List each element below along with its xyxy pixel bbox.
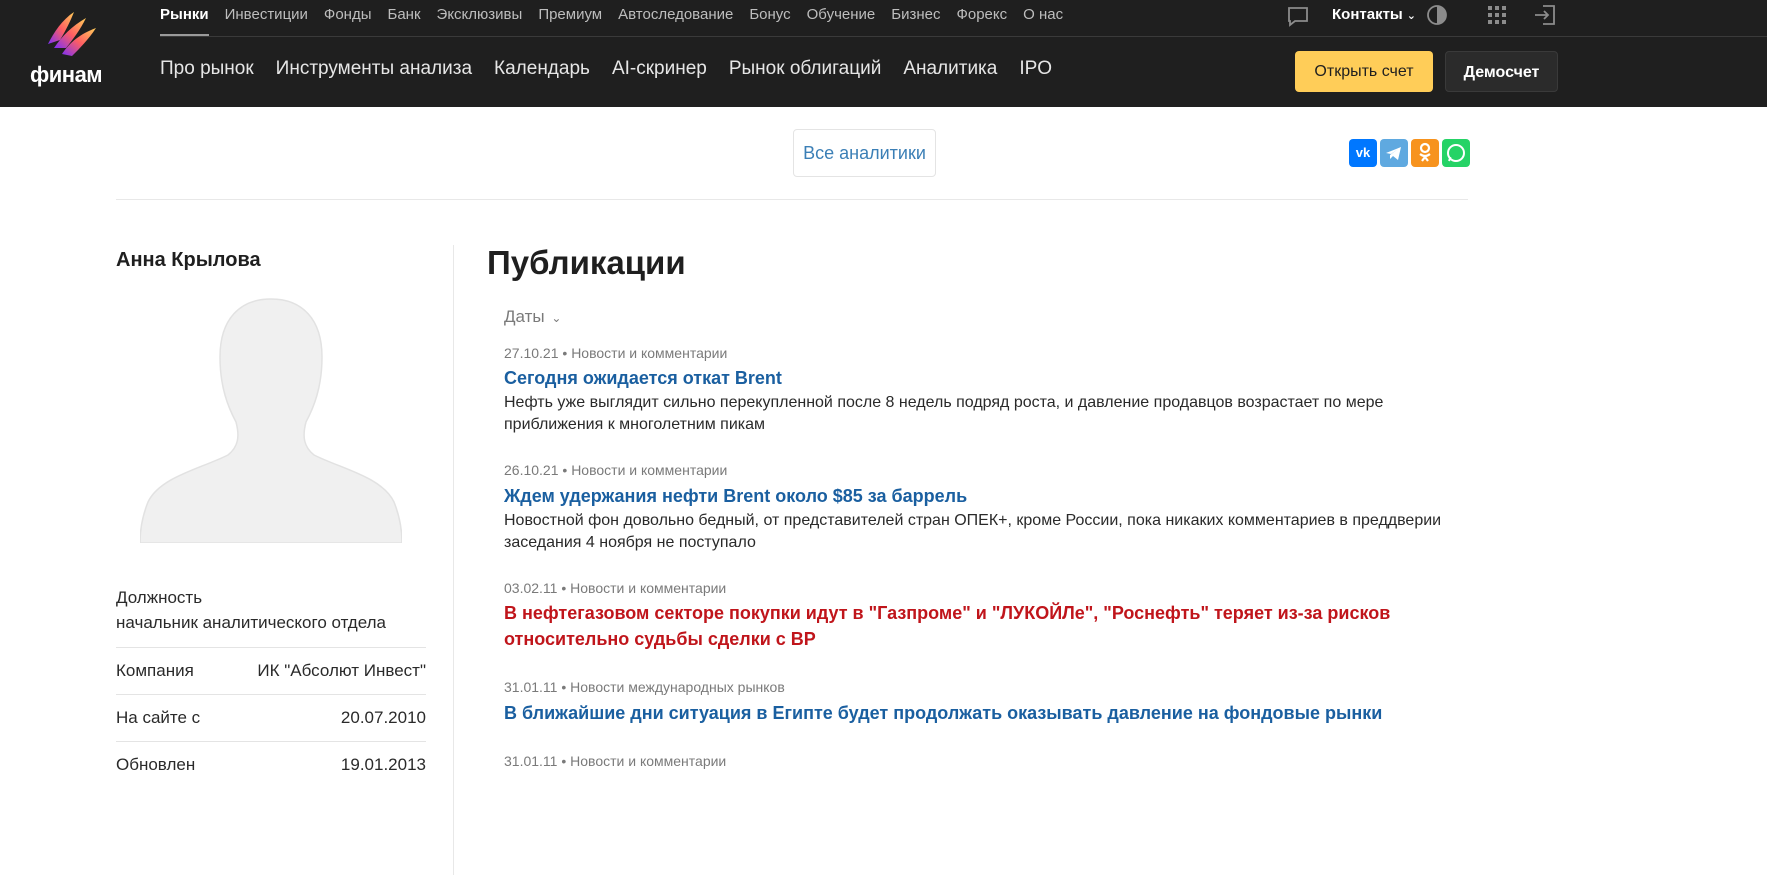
mainnav-item-calendar[interactable]: Календарь [494,58,590,80]
vk-icon: vk [1355,145,1371,160]
apps-grid-icon[interactable] [1487,5,1507,25]
publication-category[interactable]: Новости и комментарии [571,345,727,361]
mainnav-item-ai-screener[interactable]: AI-скринер [612,58,707,80]
publication-meta: 26.10.21 • Новости и комментарии [504,462,728,478]
publication-category[interactable]: Новости и комментарии [570,580,726,596]
publication-date: 26.10.21 [504,462,559,478]
info-row-since: На сайте с 20.07.2010 [116,694,426,741]
mainnav-item-market[interactable]: Про рынок [160,58,254,80]
publication-meta: 27.10.21 • Новости и комментарии [504,345,728,361]
brand-name[interactable]: финам [30,62,103,88]
chevron-down-icon: ⌄ [1406,10,1416,22]
publication-category[interactable]: Новости международных рынков [570,679,785,695]
chat-icon[interactable] [1286,5,1310,27]
publications-title: Публикации [487,244,686,281]
telegram-icon [1386,147,1401,160]
publication-date: 03.02.11 [504,580,558,596]
section-divider [116,199,1468,200]
author-name: Анна Крылова [116,249,261,271]
main-nav: Про рынок Инструменты анализа Календарь … [160,58,1052,80]
topnav-item-business[interactable]: Бизнес [883,0,948,36]
dates-filter[interactable]: Даты ⌄ [504,307,561,327]
publication-title-link[interactable]: Ждем удержания нефти Brent около $85 за … [504,483,1464,509]
site-header: финам Рынки Инвестиции Фонды Банк Эксклю… [0,0,1767,107]
topnav-item-bonus[interactable]: Бонус [741,0,798,36]
publication-date: 27.10.21 [504,345,559,361]
publication-desc: Новостной фон довольно бедный, от предст… [504,512,1442,551]
login-icon[interactable] [1533,4,1557,26]
info-key: На сайте с [116,708,201,727]
all-analytics-button[interactable]: Все аналитики [793,129,936,177]
topnav-item-about[interactable]: О нас [1015,0,1071,36]
avatar-placeholder-icon [140,298,402,543]
publication-category[interactable]: Новости и комментарии [570,753,726,769]
topnav-item-forex[interactable]: Форекс [948,0,1015,36]
publication-date: 31.01.11 [504,753,558,769]
publication-title-link[interactable]: Сегодня ожидается откат Brent [504,365,1464,391]
open-account-button[interactable]: Открыть счет [1295,51,1433,92]
publication-desc: Нефть уже выглядит сильно перекупленной … [504,394,1384,433]
topnav-item-premium[interactable]: Премиум [530,0,610,36]
share-whatsapp-button[interactable] [1442,139,1470,167]
publication-title-link[interactable]: В ближайшие дни ситуация в Египте будет … [504,700,1464,726]
contacts-label: Контакты [1332,6,1403,23]
topnav-item-funds[interactable]: Фонды [316,0,380,36]
publication-meta: 03.02.11 • Новости и комментарии [504,580,727,596]
position-value: начальник аналитического отдела [116,613,386,632]
topnav-item-markets[interactable]: Рынки [160,0,217,36]
share-telegram-button[interactable] [1380,139,1408,167]
topnav-item-investments[interactable]: Инвестиции [217,0,316,36]
chevron-down-icon: ⌄ [551,311,562,325]
info-value: 20.07.2010 [340,708,426,727]
odnoklassniki-icon [1419,142,1431,162]
top-nav: Рынки Инвестиции Фонды Банк Эксклюзивы П… [160,0,1071,36]
whatsapp-icon [1447,144,1465,162]
topnav-item-autofollow[interactable]: Автоследование [610,0,741,36]
publication-title-link[interactable]: В нефтегазовом секторе покупки идут в "Г… [504,600,1464,652]
theme-toggle-icon[interactable] [1426,4,1448,26]
publication-meta: 31.01.11 • Новости международных рынков [504,679,785,695]
dates-filter-label: Даты [504,307,545,326]
info-row-updated: Обновлен 19.01.2013 [116,741,426,788]
info-row-company: Компания ИК "Абсолют Инвест" [116,647,426,694]
contacts-dropdown[interactable]: Контакты ⌄ [1332,6,1416,23]
mainnav-item-analytics[interactable]: Аналитика [903,58,997,80]
info-value: ИК "Абсолют Инвест" [257,661,426,680]
publication-date: 31.01.11 [504,679,558,695]
position-label: Должность [116,588,203,607]
header-divider [160,36,1767,37]
info-value: 19.01.2013 [340,755,426,774]
share-vk-button[interactable]: vk [1349,139,1377,167]
publication-category[interactable]: Новости и комментарии [571,462,727,478]
topnav-item-exclusives[interactable]: Эксклюзивы [429,0,531,36]
mainnav-item-ipo[interactable]: IPO [1019,58,1052,80]
mainnav-item-tools[interactable]: Инструменты анализа [276,58,472,80]
info-key: Компания [116,661,194,680]
demo-account-button[interactable]: Демосчет [1445,51,1558,92]
topnav-item-bank[interactable]: Банк [380,0,429,36]
share-ok-button[interactable] [1411,139,1439,167]
column-divider [453,245,454,875]
mainnav-item-bonds[interactable]: Рынок облигаций [729,58,881,80]
publication-meta: 31.01.11 • Новости и комментарии [504,753,727,769]
topnav-item-education[interactable]: Обучение [799,0,884,36]
info-key: Обновлен [116,755,196,774]
